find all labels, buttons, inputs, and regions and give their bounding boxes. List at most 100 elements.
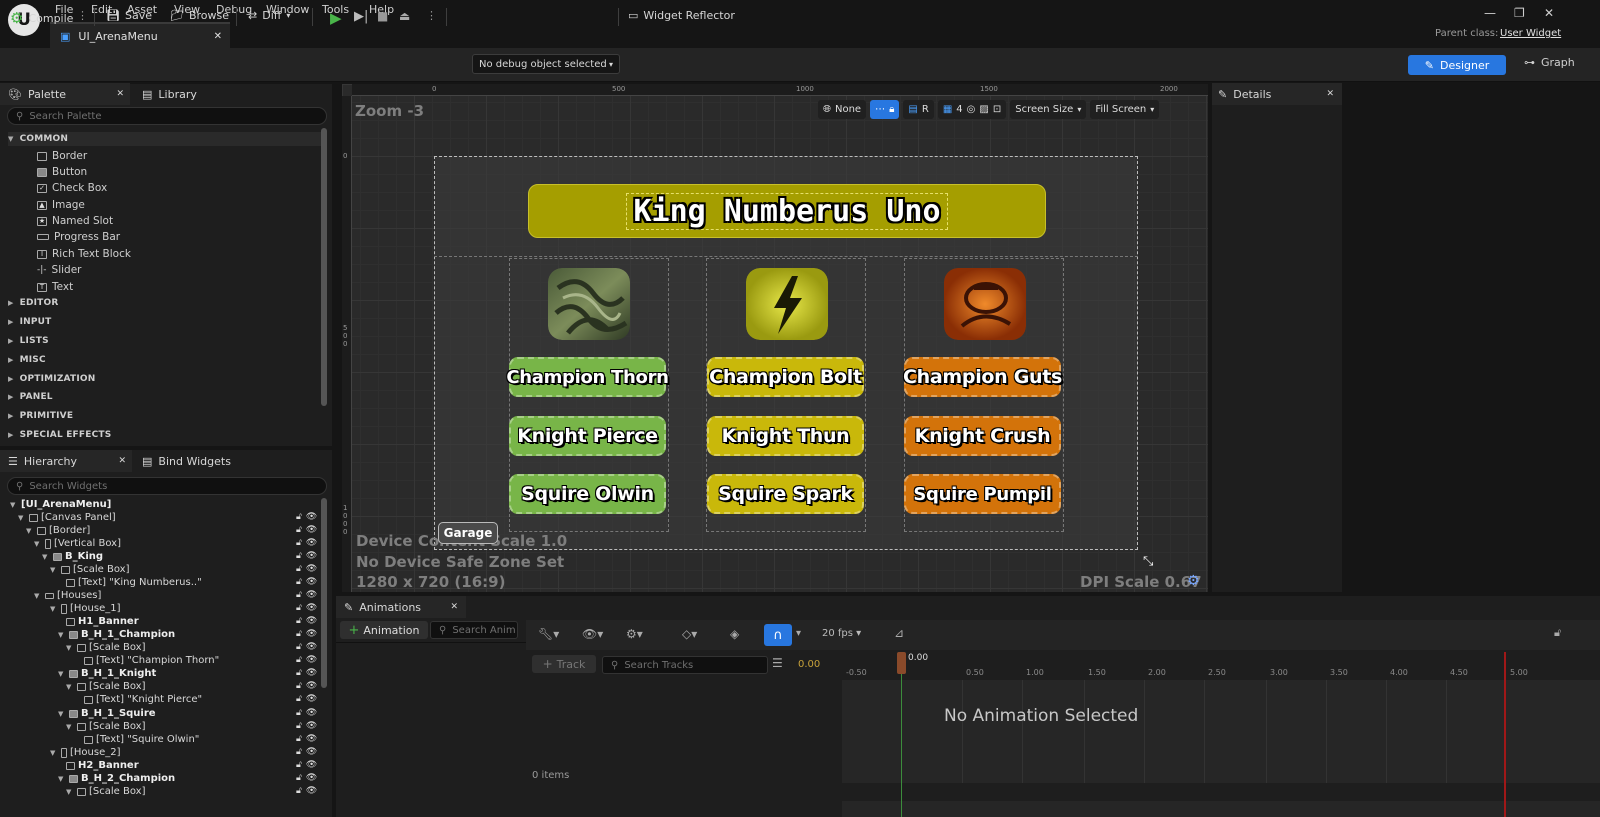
house-2-champion-button[interactable]: Champion Bolt <box>707 357 864 397</box>
compile-options-icon[interactable]: ⋮ <box>77 9 88 22</box>
category-primitive[interactable]: ▶ PRIMITIVE <box>8 411 73 421</box>
category-panel[interactable]: ▶ PANEL <box>8 392 53 402</box>
fill-screen-select[interactable]: Fill Screen ▾ <box>1090 100 1160 119</box>
key-icon[interactable]: ◇▾ <box>682 627 697 641</box>
hierarchy-tab[interactable]: ☰ Hierarchy ✕ <box>0 450 132 472</box>
house-3-helmet-icon[interactable] <box>944 268 1026 340</box>
category-common[interactable]: ▼ COMMON <box>8 132 322 146</box>
palette-item-progress-bar[interactable]: Progress Bar <box>37 231 120 243</box>
current-time-value[interactable]: 0.00 <box>798 659 820 670</box>
browse-button[interactable]: 📁︎ Browse <box>170 9 229 22</box>
tree-row[interactable]: ▼ [House_2] <box>50 747 121 758</box>
lock-visibility-icons[interactable]: 🔓︎👁︎ <box>296 603 321 613</box>
garage-button[interactable]: Garage <box>438 522 498 544</box>
tree-row[interactable]: ▼ [Scale Box] <box>66 721 145 732</box>
lock-visibility-icons[interactable]: 🔓︎👁︎ <box>296 773 321 783</box>
house-3-knight-button[interactable]: Knight Crush <box>904 416 1061 456</box>
palette-item-button[interactable]: Button <box>37 166 87 178</box>
palette-item-check-box[interactable]: ✓ Check Box <box>37 182 107 194</box>
save-button[interactable]: 💾︎ Save <box>106 9 152 22</box>
tree-row[interactable]: [Text] "Squire Olwin" <box>84 734 199 745</box>
close-tab-icon[interactable]: ✕ <box>116 89 124 99</box>
lock-visibility-icons[interactable]: 🔓︎👁︎ <box>296 577 321 587</box>
curve-editor-icon[interactable]: ⊿ <box>894 626 904 640</box>
tree-row[interactable]: [Text] "Knight Pierce" <box>84 694 202 705</box>
frame-rate-select[interactable]: 20 fps ▾ <box>822 628 861 639</box>
category-special-effects[interactable]: ▶ SPECIAL EFFECTS <box>8 430 111 440</box>
lock-visibility-icons[interactable]: 🔓︎👁︎ <box>296 694 321 704</box>
house-1-banner-icon[interactable] <box>548 268 630 340</box>
eject-icon[interactable]: ⏏ <box>399 9 410 23</box>
snap-magnet-icon[interactable]: ∩ <box>764 624 792 646</box>
tree-row[interactable]: ▼ B_H_1_Champion <box>58 629 175 640</box>
lock-visibility-icons[interactable]: 🔓︎👁︎ <box>296 721 321 731</box>
close-tab-icon[interactable]: ✕ <box>1326 89 1334 99</box>
lock-visibility-icons[interactable]: 🔓︎👁︎ <box>296 760 321 770</box>
add-track-button[interactable]: + Track <box>532 655 596 673</box>
tree-row[interactable]: ▼ [Houses] <box>34 590 101 601</box>
tree-row[interactable]: ▼ [UI_ArenaMenu] <box>10 499 111 510</box>
dpi-settings-gear-icon[interactable]: ⚙ <box>1187 573 1200 589</box>
bind-widgets-tab[interactable]: ▤ Bind Widgets <box>142 450 231 472</box>
library-tab[interactable]: ▤ Library <box>142 83 197 105</box>
lock-visibility-icons[interactable]: 🔓︎👁︎ <box>296 538 321 548</box>
house-3-champion-button[interactable]: Champion Guts <box>903 357 1062 397</box>
hierarchy-scrollbar[interactable] <box>321 498 327 688</box>
lock-visibility-icons[interactable]: 🔓︎👁︎ <box>296 708 321 718</box>
animation-search-input[interactable]: ⚲ Search Anim <box>430 621 518 639</box>
tree-row[interactable]: ▼ [Vertical Box] <box>34 538 121 549</box>
palette-tab[interactable]: 🎨︎ Palette ✕ <box>0 83 130 105</box>
tree-row[interactable]: [Text] "King Numberus.." <box>66 577 202 588</box>
palette-item-image[interactable]: ▲ Image <box>37 199 85 211</box>
play-icon[interactable]: ▶ <box>330 9 342 27</box>
house-1-knight-button[interactable]: Knight Pierce <box>509 416 666 456</box>
lock-visibility-icons[interactable]: 🔓︎👁︎ <box>296 564 321 574</box>
house-2-lightning-icon[interactable] <box>746 268 828 340</box>
category-lists[interactable]: ▶ LISTS <box>8 336 49 346</box>
close-tab-icon[interactable]: ✕ <box>214 31 222 42</box>
add-animation-button[interactable]: + Animation <box>340 621 428 639</box>
eye-icon[interactable]: 👁︎▾ <box>582 627 603 641</box>
house-2-squire-button[interactable]: Squire Spark <box>707 474 864 514</box>
house-1-champion-button[interactable]: Champion Thorn <box>506 357 669 397</box>
tree-row[interactable]: ▼ [Scale Box] <box>50 564 129 575</box>
settings-icon[interactable]: ⚙▾ <box>626 627 643 641</box>
diff-button[interactable]: ⇄ Diff ▾ <box>248 9 290 22</box>
tree-row[interactable]: ▼ [Canvas Panel] <box>18 512 116 523</box>
lock-visibility-icons[interactable]: 🔓︎👁︎ <box>296 786 321 796</box>
tree-row[interactable]: [Text] "Champion Thorn" <box>84 655 219 666</box>
palette-item-text[interactable]: T Text <box>37 281 73 293</box>
document-tab[interactable]: ▣ UI_ArenaMenu ✕ <box>50 22 230 48</box>
lock-visibility-icons[interactable]: 🔓︎👁︎ <box>296 512 321 522</box>
widget-reflector-button[interactable]: ▭ Widget Reflector <box>628 9 735 22</box>
lock-visibility-icons[interactable]: 🔓︎👁︎ <box>296 681 321 691</box>
chevron-down-icon[interactable]: ▾ <box>796 628 801 639</box>
palette-scrollbar[interactable] <box>321 128 327 406</box>
respect-locks-button[interactable]: ▤ R <box>903 100 934 119</box>
lock-visibility-icons[interactable]: 🔓︎👁︎ <box>296 590 321 600</box>
palette-item-slider[interactable]: -|- Slider <box>37 264 81 276</box>
lock-icon[interactable]: 🔓︎ <box>1554 626 1561 640</box>
designer-mode-button[interactable]: ✎ Designer <box>1408 55 1506 75</box>
tree-row[interactable]: ▼ [Scale Box] <box>66 681 145 692</box>
category-editor[interactable]: ▶ EDITOR <box>8 298 58 308</box>
lock-visibility-icons[interactable]: 🔓︎👁︎ <box>296 551 321 561</box>
lock-visibility-icons[interactable]: 🔓︎👁︎ <box>296 747 321 757</box>
tree-row[interactable]: ▼ B_H_2_Champion <box>58 773 175 784</box>
category-optimization[interactable]: ▶ OPTIMIZATION <box>8 374 96 384</box>
parent-class-link[interactable]: User Widget <box>1500 28 1561 39</box>
tree-row[interactable]: ▼ [Border] <box>26 525 90 536</box>
tree-row[interactable]: H1_Banner <box>66 616 139 627</box>
start-marker[interactable] <box>901 660 902 817</box>
end-marker[interactable] <box>1504 652 1506 817</box>
tree-row[interactable]: ▼ [Scale Box] <box>66 642 145 653</box>
play-options-icon[interactable]: ⋮ <box>426 9 437 22</box>
restore-icon[interactable]: ❐ <box>1514 6 1525 20</box>
palette-item-border[interactable]: Border <box>37 150 87 162</box>
details-tab[interactable]: ✎ Details ✕ <box>1212 83 1342 105</box>
close-tab-icon[interactable]: ✕ <box>450 602 458 612</box>
palette-search-input[interactable]: ⚲ Search Palette <box>7 107 327 125</box>
keyframe-icon[interactable]: ◈ <box>730 627 739 641</box>
close-window-icon[interactable]: ✕ <box>1544 6 1554 20</box>
tree-row[interactable]: H2_Banner <box>66 760 139 771</box>
